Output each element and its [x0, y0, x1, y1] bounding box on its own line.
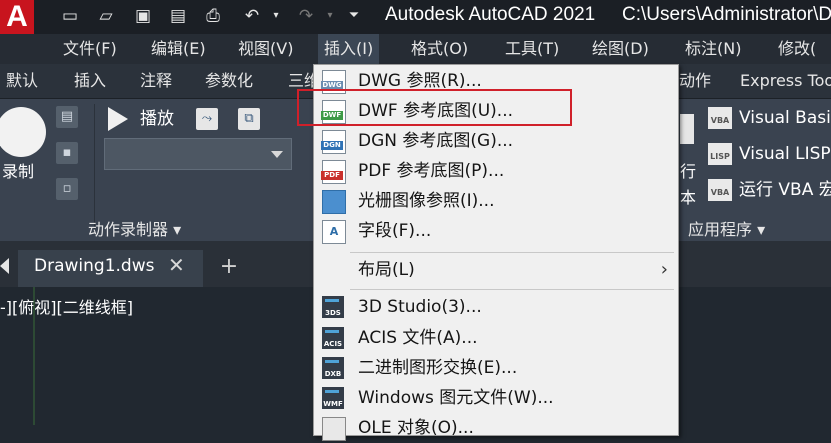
app-title: Autodesk AutoCAD 2021	[385, 4, 596, 25]
action-tree-icon[interactable]: ⤳	[196, 108, 218, 130]
menu-dimension[interactable]: 标注(N)	[679, 34, 747, 64]
menu-view[interactable]: 视图(V)	[232, 34, 299, 64]
menu-bar: 文件(F) 编辑(E) 视图(V) 插入(I) 格式(O) 工具(T) 绘图(D…	[0, 34, 831, 64]
undo-icon[interactable]: ↶	[242, 6, 262, 26]
panel-title-action-recorder[interactable]: 动作录制器 ▾	[88, 216, 181, 240]
run-vba-macro-button[interactable]: VBA 运行 VBA 宏	[708, 176, 831, 204]
menu-item-binary-drawing-exchange[interactable]: DXB 二进制图形交换(E)...	[314, 353, 678, 383]
redo-dropdown-icon[interactable]: ▾	[320, 6, 340, 26]
menu-separator	[350, 289, 674, 290]
insert-message-icon[interactable]: ▪	[56, 142, 78, 164]
comment-icon[interactable]: ▤	[56, 106, 78, 128]
play-icon	[108, 107, 128, 131]
raster-image-icon	[322, 190, 346, 214]
play-button[interactable]: 播放	[108, 106, 174, 132]
menu-item-dgn-underlay[interactable]: DGN DGN 参考底图(G)...	[314, 126, 678, 156]
run-vba-label: 运行 VBA 宏	[739, 180, 831, 200]
menu-item-acis-file[interactable]: ACIS ACIS 文件(A)...	[314, 323, 678, 353]
close-icon[interactable]: ✕	[168, 253, 185, 277]
menu-draw[interactable]: 绘图(D)	[586, 34, 655, 64]
field-icon: A	[322, 220, 346, 244]
pdf-file-icon: PDF	[321, 160, 346, 184]
partial-label-2: 本	[680, 188, 697, 207]
dgn-file-icon: DGN	[321, 130, 346, 154]
menu-insert[interactable]: 插入(I)	[318, 34, 380, 64]
run-vba-icon: VBA	[708, 179, 732, 201]
title-bar: A ▭ ▱ ▣ ▤ ⎙ ↶ ▾ ↷ ▾ ⏷ Autodesk AutoCAD 2…	[0, 0, 831, 34]
menu-file[interactable]: 文件(F)	[57, 34, 123, 64]
tab-express-tools[interactable]: Express Too	[740, 64, 831, 98]
document-tab-label: Drawing1.dws	[34, 256, 155, 276]
menu-item-windows-metafile[interactable]: WMF Windows 图元文件(W)...	[314, 383, 678, 413]
dxb-file-icon: DXB	[322, 357, 344, 379]
partial-label-1: 行	[680, 162, 697, 181]
visual-basic-label: Visual Basic	[739, 108, 831, 128]
action-macro-select[interactable]	[104, 138, 292, 170]
tab-annotate[interactable]: 注释	[140, 64, 172, 98]
redo-icon[interactable]: ↷	[296, 6, 316, 26]
menu-tools[interactable]: 工具(T)	[499, 34, 565, 64]
acis-file-icon: ACIS	[322, 327, 344, 349]
record-label[interactable]: 录制	[2, 158, 34, 182]
menu-item-layout[interactable]: 布局(L) ›	[314, 255, 678, 285]
open-folder-icon[interactable]: ▱	[96, 6, 116, 26]
panel-separator	[94, 104, 95, 232]
panel-title-applications[interactable]: 应用程序 ▾	[688, 216, 765, 240]
tab-parametric[interactable]: 参数化	[205, 64, 253, 98]
new-file-icon[interactable]: ▭	[60, 6, 80, 26]
menu-item-pdf-underlay[interactable]: PDF PDF 参考底图(P)...	[314, 156, 678, 186]
autocad-logo-icon[interactable]: A	[0, 0, 34, 34]
menu-format[interactable]: 格式(O)	[405, 34, 474, 64]
menu-item-field[interactable]: A 字段(F)...	[314, 216, 678, 246]
visual-lisp-label: Visual LISP	[739, 144, 831, 164]
wmf-file-icon: WMF	[322, 387, 344, 409]
menu-item-3d-studio[interactable]: 3DS 3D Studio(3)...	[314, 292, 678, 322]
manage-actions-icon[interactable]: ⧉	[238, 108, 260, 130]
visual-basic-editor-button[interactable]: VBA Visual Basic	[708, 104, 831, 132]
menu-modify[interactable]: 修改(	[772, 34, 822, 64]
chevron-down-icon	[271, 151, 283, 158]
3ds-file-icon: 3DS	[322, 296, 344, 318]
print-icon[interactable]: ⎙	[203, 6, 223, 26]
document-tab[interactable]: Drawing1.dws ✕	[18, 250, 203, 287]
tab-insert[interactable]: 插入	[74, 64, 106, 98]
tab-default[interactable]: 默认	[6, 64, 38, 98]
undo-dropdown-icon[interactable]: ▾	[266, 6, 286, 26]
ole-object-icon	[322, 417, 346, 441]
menu-edit[interactable]: 编辑(E)	[145, 34, 212, 64]
save-icon[interactable]: ▣	[133, 6, 153, 26]
viewport-controls[interactable]: -][俯视][二维线框]	[0, 294, 133, 318]
request-input-icon[interactable]: ▫	[56, 178, 78, 200]
play-label: 播放	[140, 109, 174, 129]
submenu-arrow-icon: ›	[660, 259, 668, 280]
save-as-icon[interactable]: ▤	[168, 6, 188, 26]
tab-action[interactable]: 动作	[679, 64, 711, 98]
file-path: C:\Users\Administrator\D	[622, 4, 831, 25]
highlight-box	[297, 89, 572, 126]
new-tab-button[interactable]: +	[212, 252, 246, 282]
menu-item-ole-object[interactable]: OLE 对象(O)...	[314, 413, 678, 443]
tab-scroll-left-icon[interactable]	[0, 258, 9, 274]
vba-editor-icon: VBA	[708, 107, 732, 129]
visual-lisp-editor-button[interactable]: LISP Visual LISP	[708, 140, 831, 168]
lisp-editor-icon: LISP	[708, 143, 732, 165]
customize-toolbar-icon[interactable]: ⏷	[344, 6, 364, 26]
load-application-icon[interactable]	[680, 114, 694, 144]
menu-separator	[350, 252, 674, 253]
menu-item-raster-image[interactable]: 光栅图像参照(I)...	[314, 186, 678, 216]
